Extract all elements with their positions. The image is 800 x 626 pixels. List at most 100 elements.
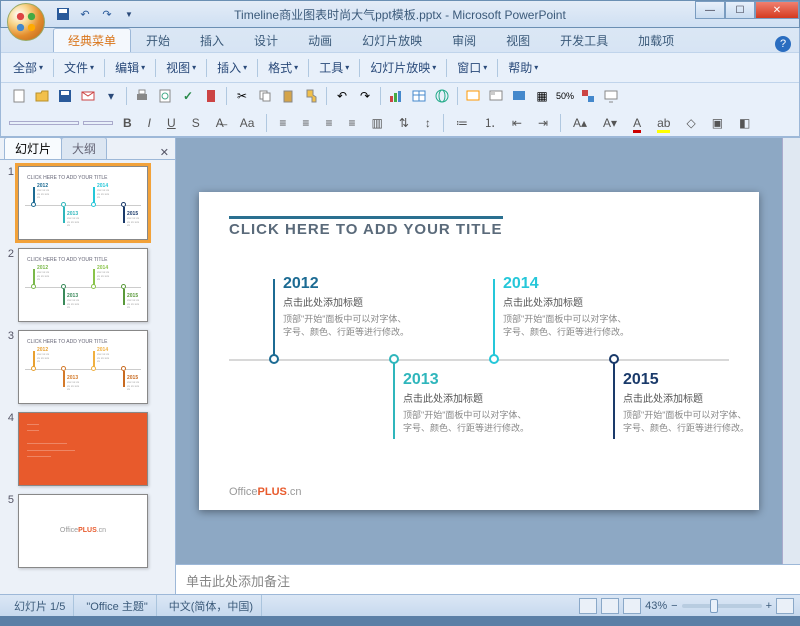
menu-5[interactable]: 格式 ▾ [264,57,302,78]
menu-1[interactable]: 文件 ▾ [60,57,98,78]
slide-thumbnail-3[interactable]: CLICK HERE TO ADD YOUR TITLE2012xxx xx x… [18,330,148,404]
hyperlink-icon[interactable] [432,86,452,106]
timeline-node-2012[interactable] [269,354,279,364]
bold-button[interactable]: B [117,114,138,132]
changecase-button[interactable]: Aa [234,114,261,132]
ribbon-tab-8[interactable]: 开发工具 [545,28,623,52]
dropdown-icon[interactable]: ▾ [101,86,121,106]
save-icon[interactable] [55,6,71,22]
ribbon-tab-9[interactable]: 加载项 [623,28,689,52]
language[interactable]: 中文(简体，中国) [161,595,262,616]
mail-icon[interactable] [78,86,98,106]
slides-tab[interactable]: 幻灯片 [4,137,62,159]
undo-icon[interactable]: ↶ [332,86,352,106]
qat-dropdown-icon[interactable]: ▼ [121,6,137,22]
slide-thumbnail-2[interactable]: CLICK HERE TO ADD YOUR TITLE2012xxx xx x… [18,248,148,322]
fit-button[interactable] [776,598,794,614]
redo-icon[interactable]: ↷ [355,86,375,106]
columns-button[interactable]: ▥ [365,114,388,132]
menu-3[interactable]: 视图 ▾ [162,57,200,78]
strikethrough-button[interactable]: A̶ [210,114,230,132]
minimize-button[interactable]: — [695,1,725,19]
ribbon-tab-2[interactable]: 插入 [185,28,239,52]
spellcheck-icon[interactable]: ✓ [178,86,198,106]
table-icon[interactable] [409,86,429,106]
timeline-entry-2012[interactable]: 2012点击此处添加标题顶部"开始"面板中可以对字体、字号、颜色、行距等进行修改… [283,273,413,339]
slide-title[interactable]: CLICK HERE TO ADD YOUR TITLE [229,216,503,238]
ribbon-tab-1[interactable]: 开始 [131,28,185,52]
office-button[interactable] [7,3,45,41]
shapes-button[interactable]: ◇ [680,114,701,132]
arrange-button[interactable]: ▣ [706,114,729,132]
menu-4[interactable]: 插入 ▾ [213,57,251,78]
pane-close-icon[interactable]: ✕ [160,146,169,159]
new-slide-icon[interactable] [463,86,483,106]
undo-icon[interactable]: ↶ [77,6,93,22]
layout-icon[interactable] [486,86,506,106]
timeline-node-2014[interactable] [489,354,499,364]
ribbon-tab-6[interactable]: 审阅 [437,28,491,52]
linespacing-button[interactable]: ⇅ [393,114,415,132]
timeline-entry-2013[interactable]: 2013点击此处添加标题顶部"开始"面板中可以对字体、字号、颜色、行距等进行修改… [403,369,533,435]
highlight-button[interactable]: ab [651,114,676,132]
fontsize-selector[interactable] [83,121,113,125]
slide-thumbnail-1[interactable]: CLICK HERE TO ADD YOUR TITLE2012xxx xx x… [18,166,148,240]
ribbon-tab-4[interactable]: 动画 [293,28,347,52]
new-icon[interactable] [9,86,29,106]
italic-button[interactable]: I [142,114,157,132]
font-selector[interactable] [9,121,79,125]
zoom-out-button[interactable]: − [671,600,677,612]
research-icon[interactable] [201,86,221,106]
slideshow-view-button[interactable] [623,598,641,614]
print-icon[interactable] [132,86,152,106]
menu-6[interactable]: 工具 ▾ [315,57,353,78]
copy-icon[interactable] [255,86,275,106]
numbering-button[interactable]: ⒈ [478,112,502,133]
timeline-entry-2015[interactable]: 2015点击此处添加标题顶部"开始"面板中可以对字体、字号、颜色、行距等进行修改… [623,369,753,435]
normal-view-button[interactable] [579,598,597,614]
menu-2[interactable]: 编辑 ▾ [111,57,149,78]
slide-counter[interactable]: 幻灯片 1/5 [6,595,74,616]
outline-tab[interactable]: 大纲 [61,137,107,159]
align-right-button[interactable]: ≡ [319,114,338,132]
cut-icon[interactable]: ✂ [232,86,252,106]
ribbon-tab-3[interactable]: 设计 [239,28,293,52]
grid-icon[interactable]: ▦ [532,86,552,106]
zoom-in-button[interactable]: + [766,600,772,612]
align-center-button[interactable]: ≡ [296,114,315,132]
show-icon[interactable] [601,86,621,106]
theme-name[interactable]: "Office 主题" [78,595,156,616]
increase-indent-button[interactable]: ⇥ [532,114,554,132]
sorter-view-button[interactable] [601,598,619,614]
underline-button[interactable]: U [161,114,182,132]
ribbon-tab-0[interactable]: 经典菜单 [53,28,131,52]
slide-thumbnail-5[interactable]: OfficePLUS.cn [18,494,148,568]
color-icon[interactable] [578,86,598,106]
timeline-entry-2014[interactable]: 2014点击此处添加标题顶部"开始"面板中可以对字体、字号、颜色、行距等进行修改… [503,273,633,339]
paste-icon[interactable] [278,86,298,106]
zoom-slider[interactable] [682,604,762,608]
shadow-button[interactable]: S [186,114,206,132]
zoom-level[interactable]: 43% [645,600,667,612]
textdirection-button[interactable]: ↕ [419,114,437,132]
redo-icon[interactable]: ↷ [99,6,115,22]
maximize-button[interactable]: ☐ [725,1,755,19]
justify-button[interactable]: ≡ [342,114,361,132]
menu-0[interactable]: 全部 ▾ [9,57,47,78]
design-icon[interactable] [509,86,529,106]
slide-area[interactable]: CLICK HERE TO ADD YOUR TITLE 2012点击此处添加标… [176,138,782,564]
ribbon-tab-5[interactable]: 幻灯片放映 [347,28,437,52]
vertical-scrollbar[interactable] [782,138,800,564]
close-button[interactable]: ✕ [755,1,799,19]
ribbon-tab-7[interactable]: 视图 [491,28,545,52]
chart-icon[interactable] [386,86,406,106]
menu-8[interactable]: 窗口 ▾ [453,57,491,78]
menu-7[interactable]: 幻灯片放映 ▾ [366,57,440,78]
zoom-icon[interactable]: 50% [555,86,575,106]
menu-9[interactable]: 帮助 ▾ [504,57,542,78]
slide-thumbnail-4[interactable]: —————————————————————————————————— [18,412,148,486]
quickstyle-button[interactable]: ◧ [733,114,756,132]
save-icon[interactable] [55,86,75,106]
font-shrink-button[interactable]: A▾ [597,114,623,132]
preview-icon[interactable] [155,86,175,106]
